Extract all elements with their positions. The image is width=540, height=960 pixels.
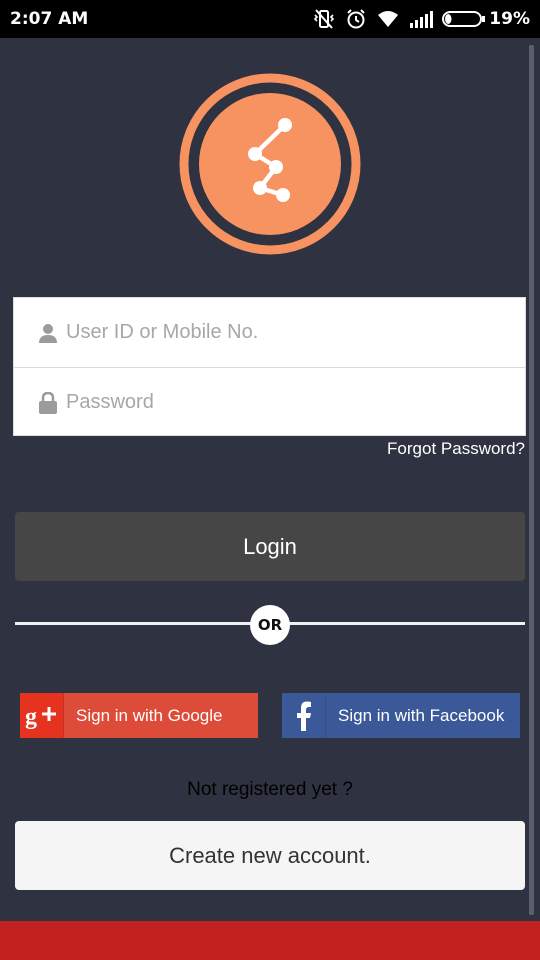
bottom-bar xyxy=(0,921,540,960)
create-account-label: Create new account. xyxy=(169,842,371,868)
google-sign-in-label: Sign in with Google xyxy=(76,705,223,725)
alarm-icon xyxy=(345,8,367,30)
not-registered-text: Not registered yet ? xyxy=(187,779,353,800)
facebook-sign-in-button[interactable]: Sign in with Facebook xyxy=(282,693,520,738)
password-input[interactable] xyxy=(66,382,525,423)
user-id-input[interactable] xyxy=(66,312,525,353)
or-label: OR xyxy=(257,616,283,634)
wifi-icon xyxy=(376,9,400,29)
password-field xyxy=(14,367,525,437)
svg-text:g: g xyxy=(25,704,37,729)
facebook-sign-in-label: Sign in with Facebook xyxy=(338,705,505,725)
signal-icon xyxy=(409,10,434,28)
status-bar: 2:07 AM 19% xyxy=(0,0,540,38)
facebook-icon xyxy=(282,693,326,738)
google-plus-icon: g xyxy=(20,693,64,738)
battery-icon xyxy=(442,10,486,28)
user-icon xyxy=(38,323,58,343)
user-id-field xyxy=(14,298,525,367)
forgot-password-link[interactable]: Forgot Password? xyxy=(387,439,525,459)
status-time: 2:07 AM xyxy=(10,9,89,29)
vibrate-off-icon xyxy=(312,8,336,30)
google-sign-in-button[interactable]: g Sign in with Google xyxy=(20,693,258,738)
lock-icon xyxy=(38,391,58,414)
login-button-label: Login xyxy=(243,533,297,559)
battery-indicator: 19% xyxy=(442,9,530,29)
status-icons: 19% xyxy=(312,8,530,30)
create-account-button[interactable]: Create new account. xyxy=(15,821,525,890)
or-divider: OR xyxy=(250,605,290,645)
login-form xyxy=(13,297,526,436)
battery-percent: 19% xyxy=(489,9,530,29)
app-logo xyxy=(178,72,362,256)
login-button[interactable]: Login xyxy=(15,512,525,581)
